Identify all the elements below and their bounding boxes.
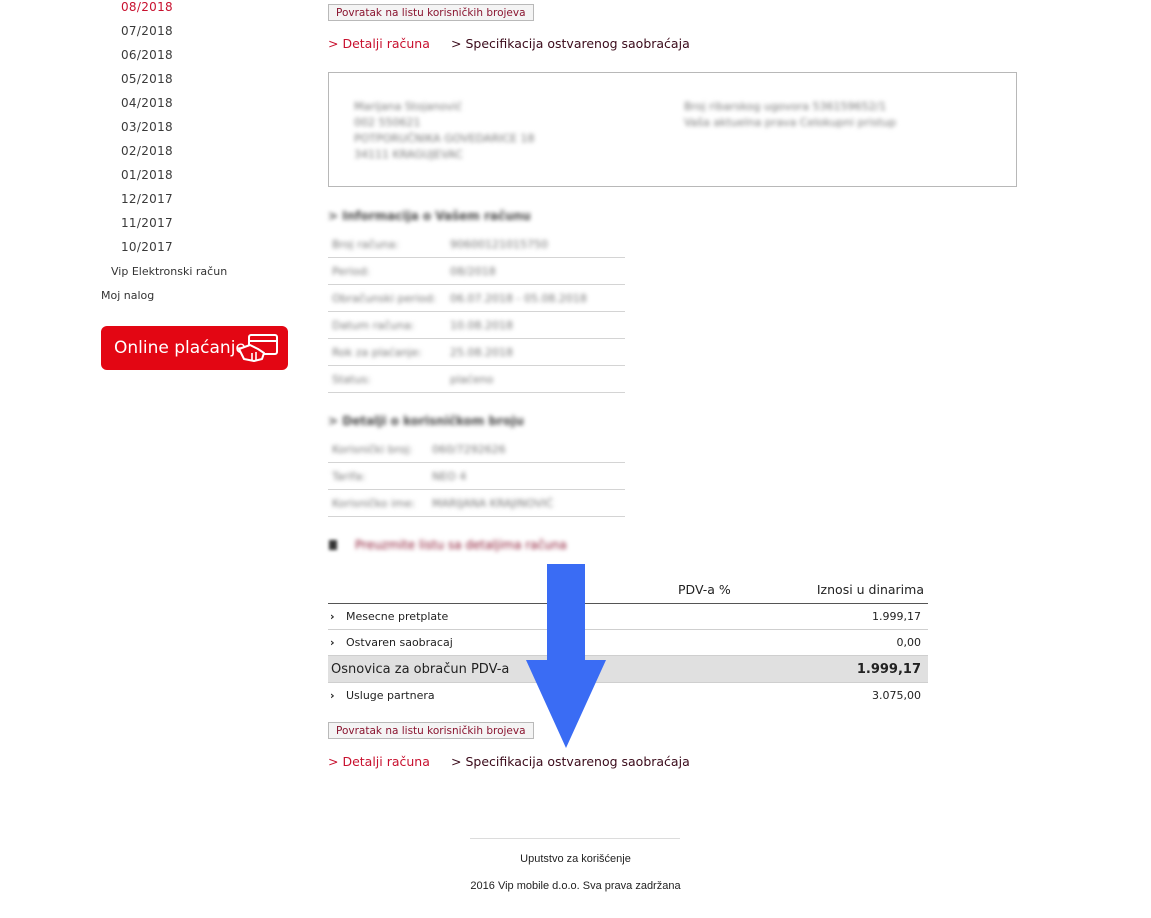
row-label: Osnovica za obračun PDV-a [331,661,510,677]
row-value: 90600121015750 [450,238,548,251]
row-value: 06.07.2018 - 05.08.2018 [450,292,587,305]
sidebar-month-11-2017[interactable]: 11/2017 [121,216,173,230]
row-label: Usluge partnera [346,689,435,702]
chevron-right-icon: › [330,636,335,649]
table-header-row: PDV-a % Iznosi u dinarima [328,575,928,604]
row-key: Status: [332,373,371,386]
customer-street: POTPORUČNIKA GOVEDARICE 18 [354,132,535,145]
user-info-row: Korisnički broj: 060/7292626 [328,437,625,463]
row-amount: 0,00 [799,629,928,656]
row-value: 08/2018 [450,265,496,278]
customer-id: 002 550621 [354,116,421,129]
row-value: plaćeno [450,373,494,386]
sidebar-item-account[interactable]: Moj nalog [101,289,154,302]
sidebar-month-10-2017[interactable]: 10/2017 [121,240,173,254]
row-key: Rok za plaćanje: [332,346,422,359]
row-key: Period: [332,265,371,278]
row-key: Datum računa: [332,319,415,332]
sidebar-month-04-2018[interactable]: 04/2018 [121,96,173,110]
sidebar-month-06-2018[interactable]: 06/2018 [121,48,173,62]
row-label: Mesecne pretplate [346,610,449,623]
user-info-title: > Detalji o korisničkom broju [328,414,524,428]
card-payment-icon [238,334,278,362]
table-row[interactable]: › Usluge partnera 3.075,00 [328,683,928,709]
row-value: 060/7292626 [432,443,506,456]
back-to-numbers-button[interactable]: Povratak na listu korisničkih brojeva [328,4,534,21]
document-icon [329,540,337,550]
row-amount: 3.075,00 [872,689,921,702]
row-value: 10.08.2018 [450,319,513,332]
access-rights: Vaša aktuelna prava Celokupni pristup [684,116,897,129]
table-row[interactable]: › Mesecne pretplate 1.999,17 [328,603,928,630]
traffic-spec-link-bottom[interactable]: > Specifikacija ostvarenog saobraćaja [451,754,690,769]
row-value: MARIJANA KRAJINOVIĆ [432,497,554,510]
bill-info-row: Rok za plaćanje: 25.08.2018 [328,340,625,366]
bill-info-row: Obračunski period: 06.07.2018 - 05.08.20… [328,286,625,312]
row-value: 25.08.2018 [450,346,513,359]
row-value: NEO 4 [432,470,467,483]
row-key: Korisničko ime: [332,497,416,510]
chevron-right-icon: › [330,689,335,702]
bill-info-row: Datum računa: 10.08.2018 [328,313,625,339]
customer-name: Marijana Stojanović [354,100,462,113]
traffic-spec-link[interactable]: > Specifikacija ostvarenog saobraćaja [451,36,690,51]
bill-info-row: Broj računa: 90600121015750 [328,232,625,258]
row-key: Broj računa: [332,238,399,251]
sidebar-month-05-2018[interactable]: 05/2018 [121,72,173,86]
back-to-numbers-button-bottom[interactable]: Povratak na listu korisničkih brojeva [328,722,534,739]
download-details-link[interactable]: Preuzmite listu sa detaljima računa [355,538,567,552]
user-info-row: Korisničko ime: MARIJANA KRAJINOVIĆ [328,491,625,517]
user-guide-link[interactable]: Uputstvo za korišćenje [0,853,1151,865]
sidebar-month-12-2017[interactable]: 12/2017 [121,192,173,206]
row-amount: 1.999,17 [799,655,928,683]
sidebar-month-03-2018[interactable]: 03/2018 [121,120,173,134]
bill-details-link-bottom[interactable]: > Detalji računa [328,754,430,769]
row-key: Obračunski period: [332,292,437,305]
row-key: Tarifa: [332,470,366,483]
customer-info-box: Marijana Stojanović 002 550621 POTPORUČN… [328,72,1017,187]
vat-column-header: PDV-a % [630,575,799,604]
row-label: Ostvaren saobracaj [346,636,453,649]
row-key: Korisnički broj: [332,443,413,456]
customer-city: 34111 KRAGUJEVAC [354,148,463,161]
chevron-right-icon: › [330,610,335,623]
user-info-row: Tarifa: NEO 4 [328,464,625,490]
footer-divider [470,838,680,839]
row-amount: 1.999,17 [799,603,928,630]
amount-column-header: Iznosi u dinarima [799,575,928,604]
bill-info-title: > Informacija o Vašem računu [328,209,531,223]
contract-number: Broj ribarskog ugovora 536159652/1 [684,100,887,113]
online-payment-button[interactable]: Online plaćanje [101,326,288,370]
sidebar-item-e-bill[interactable]: Vip Elektronski račun [111,265,227,278]
bill-details-link[interactable]: > Detalji računa [328,36,430,51]
table-row-total: Osnovica za obračun PDV-a 1.999,17 [328,655,928,683]
table-row[interactable]: › Ostvaren saobracaj 0,00 [328,629,928,656]
bill-summary-table: PDV-a % Iznosi u dinarima › Mesecne pretp… [328,575,928,708]
bill-info-row: Status: plaćeno [328,367,625,393]
sidebar-month-02-2018[interactable]: 02/2018 [121,144,173,158]
copyright-text: 2016 Vip mobile d.o.o. Sva prava zadržan… [470,880,681,892]
online-payment-label: Online plaćanje [114,338,246,358]
bill-info-row: Period: 08/2018 [328,259,625,285]
down-arrow-icon [526,564,606,748]
sidebar-month-07-2018[interactable]: 07/2018 [121,24,173,38]
sidebar-month-01-2018[interactable]: 01/2018 [121,168,173,182]
sidebar-month-08-2018[interactable]: 08/2018 [121,0,173,14]
